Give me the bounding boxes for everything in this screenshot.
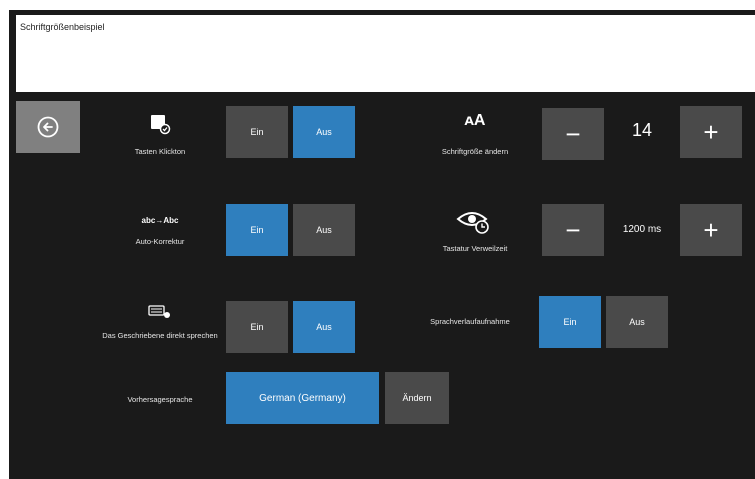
back-arrow-icon	[37, 116, 59, 138]
back-button[interactable]	[16, 101, 80, 153]
dwell-time-increase-button[interactable]: +	[680, 204, 742, 256]
font-size-increase-button[interactable]: +	[680, 106, 742, 158]
font-size-icon: ᴀA	[464, 112, 486, 129]
speech-history-off-button[interactable]: Aus	[606, 296, 668, 348]
speak-written-label: Das Geschriebene direkt sprechen	[102, 331, 218, 340]
autocorrect-icon: abc→Abc	[141, 216, 179, 225]
autocorrect-off-button[interactable]: Aus	[293, 204, 355, 256]
dwell-time-label: Tastatur Verweilzeit	[442, 244, 508, 253]
preview-text: Schriftgrößenbeispiel	[20, 22, 105, 32]
keyboard-click-icon	[145, 110, 175, 138]
key-click-on-button[interactable]: Ein	[226, 106, 288, 158]
prediction-language-change-button[interactable]: Ändern	[385, 372, 449, 424]
prediction-language-select[interactable]: German (Germany)	[226, 372, 379, 424]
dwell-time-value: 1200 ms	[622, 224, 662, 235]
font-size-decrease-button[interactable]: −	[542, 108, 604, 160]
key-click-label: Tasten Klickton	[134, 147, 186, 156]
font-size-label: Schriftgröße ändern	[441, 147, 509, 156]
autocorrect-on-button[interactable]: Ein	[226, 204, 288, 256]
speech-history-on-button[interactable]: Ein	[539, 296, 601, 348]
eye-clock-icon	[450, 206, 498, 236]
speech-history-label: Sprachverlaufaufnahme	[430, 317, 510, 326]
keyboard-speak-icon	[143, 301, 177, 323]
prediction-language-label: Vorhersagesprache	[127, 395, 193, 404]
dwell-time-decrease-button[interactable]: −	[542, 204, 604, 256]
speak-written-on-button[interactable]: Ein	[226, 301, 288, 353]
font-size-preview: Schriftgrößenbeispiel	[16, 15, 755, 92]
speak-written-off-button[interactable]: Aus	[293, 301, 355, 353]
key-click-off-button[interactable]: Aus	[293, 106, 355, 158]
autocorrect-label: Auto-Korrektur	[135, 237, 185, 246]
font-size-value: 14	[631, 120, 653, 140]
